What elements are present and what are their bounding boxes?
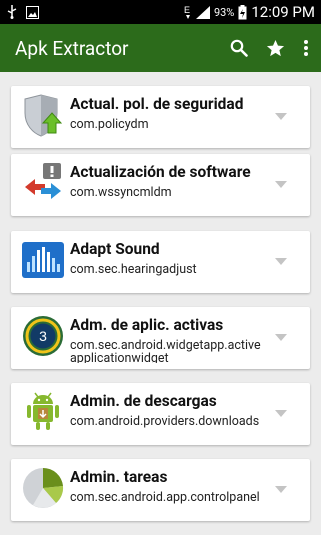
app-package: com.android.providers.downloads <box>70 415 260 428</box>
chevron-down-icon[interactable] <box>274 257 288 266</box>
overflow-menu-button[interactable] <box>303 39 309 57</box>
software-update-icon <box>25 163 61 199</box>
app-list-item[interactable]: Actual. pol. de seguridad com.policydm <box>11 86 310 148</box>
search-icon <box>230 39 248 57</box>
app-name: Admin. de descargas <box>70 392 217 410</box>
badge-count: 3 <box>39 328 47 344</box>
app-name: Actual. pol. de seguridad <box>70 95 244 113</box>
overflow-menu-icon <box>304 40 308 56</box>
app-name: Adapt Sound <box>70 240 160 258</box>
app-list-item[interactable]: Adapt Sound com.sec.hearingadjust <box>11 231 310 293</box>
chevron-down-icon[interactable] <box>274 333 288 342</box>
security-policy-icon <box>24 94 63 137</box>
chevron-down-icon[interactable] <box>274 112 288 121</box>
status-bar: E 93% 12:09 PM <box>0 0 321 24</box>
app-list-item[interactable]: Admin. tareas com.sec.android.app.contro… <box>11 459 310 521</box>
app-list-item[interactable]: Actualización de software com.wssyncmldm <box>11 154 310 216</box>
battery-icon <box>238 4 247 19</box>
app-package: com.sec.hearingadjust <box>70 263 197 276</box>
image-icon <box>26 5 39 19</box>
app-list-item[interactable]: 3 Adm. de aplic. activas com.sec.android… <box>11 307 310 369</box>
app-package: com.policydm <box>70 118 149 131</box>
app-name: Adm. de aplic. activas <box>70 316 224 334</box>
app-package: com.wssyncmldm <box>70 186 172 199</box>
battery-percent: 93% <box>213 5 235 19</box>
adapt-sound-icon <box>22 242 64 278</box>
favorite-button[interactable] <box>266 39 285 58</box>
active-apps-icon: 3 <box>23 316 63 356</box>
edge-network-icon: E <box>184 5 190 19</box>
app-bar: Apk Extractor <box>0 24 321 72</box>
chevron-down-icon[interactable] <box>274 180 288 189</box>
chevron-down-icon[interactable] <box>274 485 288 494</box>
app-package: com.sec.android.app.controlpanel <box>70 491 260 504</box>
svg-text:E: E <box>184 5 190 15</box>
android-robot-icon <box>27 392 59 430</box>
app-list: Actual. pol. de seguridad com.policydm A… <box>0 72 321 535</box>
chevron-down-icon[interactable] <box>274 409 288 418</box>
app-name: Admin. tareas <box>70 468 168 486</box>
app-title: Apk Extractor <box>15 36 129 60</box>
star-icon <box>266 39 285 56</box>
signal-icon <box>195 5 210 19</box>
app-list-item[interactable]: Admin. de descargas com.android.provider… <box>11 383 310 445</box>
app-name: Actualización de software <box>70 163 251 181</box>
task-manager-pie-icon <box>23 467 64 508</box>
search-button[interactable] <box>230 39 248 57</box>
usb-icon <box>7 5 17 19</box>
clock: 12:09 PM <box>251 3 315 21</box>
app-package: com.sec.android.widgetapp.active applica… <box>70 339 261 363</box>
